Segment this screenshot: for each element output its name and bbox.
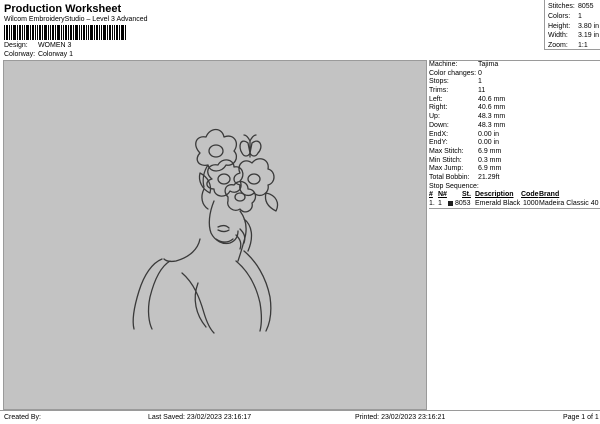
flower-leaf-right bbox=[264, 192, 279, 212]
colorway-value: Colorway 1 bbox=[37, 51, 73, 58]
left-shoulder-line bbox=[132, 258, 163, 330]
barcode-icon bbox=[4, 25, 126, 40]
footer-last-saved: Last Saved: 23/02/2023 23:16:17 bbox=[148, 414, 252, 421]
face-outline bbox=[208, 200, 239, 245]
footer-printed: Printed: 23/02/2023 23:16:21 bbox=[355, 414, 446, 421]
left-shoulder-inner bbox=[147, 260, 171, 330]
butterfly-left-wing bbox=[239, 140, 251, 157]
design-value: WOMEN 3 bbox=[37, 42, 72, 49]
neck-left bbox=[163, 238, 201, 263]
info-total-bobbin: Total Bobbin: 21.29ft bbox=[429, 173, 500, 181]
footer-created-by: Created By: bbox=[4, 414, 41, 421]
chest-line bbox=[194, 282, 207, 328]
header-num: # bbox=[429, 191, 433, 199]
stop-sequence-table: # N# St. Description Code Brand 1. 1 805… bbox=[429, 191, 600, 210]
design-label: Design: bbox=[4, 42, 28, 49]
design-preview-canvas bbox=[3, 60, 427, 410]
info-right: Right: 40.6 mm bbox=[429, 104, 506, 112]
page-footer: Created By: Last Saved: 23/02/2023 23:16… bbox=[0, 410, 600, 424]
production-worksheet: Production Worksheet Wilcom EmbroiderySt… bbox=[0, 0, 600, 424]
info-trims: Trims: 11 bbox=[429, 87, 486, 95]
software-subtitle: Wilcom EmbroideryStudio – Level 3 Advanc… bbox=[4, 16, 148, 23]
info-max-stitch: Max Stitch: 6.9 mm bbox=[429, 147, 502, 155]
info-endy: EndY: 0.00 in bbox=[429, 139, 500, 147]
stat-width: Width: 3.19 in bbox=[548, 32, 600, 40]
header-st: St. bbox=[462, 191, 471, 199]
info-left: Left: 40.6 mm bbox=[429, 95, 506, 103]
info-endx: EndX: 0.00 in bbox=[429, 130, 500, 138]
footer-page: Page 1 of 1 bbox=[563, 414, 599, 421]
embroidery-line-art bbox=[132, 128, 279, 334]
hand-fingers bbox=[235, 228, 246, 250]
header-brand: Brand bbox=[539, 191, 560, 199]
stat-stitches: Stitches: 8055 bbox=[548, 3, 594, 10]
info-min-stitch: Min Stitch: 0.3 mm bbox=[429, 156, 502, 164]
stat-zoom: Zoom: 1:1 bbox=[548, 42, 588, 50]
flower-center-left-core bbox=[217, 173, 231, 185]
row-brand: Madeira Classic 40 bbox=[539, 200, 599, 208]
stat-height: Height: 3.80 in bbox=[548, 22, 600, 30]
right-arm-line bbox=[243, 250, 272, 332]
machine-info-panel: Machine: Tajima Color changes: 0 Stops: 1 T… bbox=[429, 60, 600, 410]
colorway-field: Colorway: Colorway 1 bbox=[4, 51, 73, 58]
header-description: Description bbox=[475, 191, 514, 199]
stop-sequence-header: # N# St. Description Code Brand bbox=[429, 191, 600, 200]
torso-line bbox=[181, 272, 215, 334]
thread-color-swatch bbox=[448, 201, 453, 207]
flower-top-left-center bbox=[208, 144, 224, 158]
flower-right bbox=[233, 158, 275, 197]
flower-lower-core bbox=[234, 192, 246, 202]
page-title: Production Worksheet bbox=[4, 3, 122, 15]
header-n: N# bbox=[438, 191, 447, 199]
row-code: 1000 bbox=[523, 200, 539, 208]
butterfly-right-wing bbox=[249, 140, 262, 157]
stop-sequence-label: Stop Sequence: bbox=[429, 182, 479, 190]
stat-colors: Colors: 1 bbox=[548, 12, 582, 20]
colorway-label: Colorway: bbox=[4, 51, 36, 58]
info-color-changes: Color changes: 0 bbox=[429, 69, 482, 77]
right-arm-inner bbox=[235, 260, 263, 332]
row-st: 8053 bbox=[455, 200, 471, 208]
design-field: Design: WOMEN 3 bbox=[4, 42, 71, 49]
butterfly-antennae bbox=[243, 134, 257, 142]
table-row: 1. 1 8053 Emerald Black 1000 Madeira Cla… bbox=[429, 200, 600, 209]
header-code: Code bbox=[521, 191, 539, 199]
info-stops: Stops: 1 bbox=[429, 78, 482, 86]
flower-right-core bbox=[247, 173, 261, 185]
lips bbox=[217, 224, 230, 233]
row-num: 1. bbox=[429, 200, 435, 208]
row-n: 1 bbox=[438, 200, 442, 208]
summary-stats: Stitches: 8055 Colors: 1 Height: 3.80 in Wi… bbox=[544, 0, 600, 50]
info-machine: Machine: Tajima bbox=[429, 61, 499, 68]
row-description: Emerald Black bbox=[475, 200, 521, 208]
info-max-jump: Max Jump: 6.9 mm bbox=[429, 165, 502, 173]
info-up: Up: 48.3 mm bbox=[429, 113, 506, 121]
info-down: Down: 48.3 mm bbox=[429, 121, 506, 129]
